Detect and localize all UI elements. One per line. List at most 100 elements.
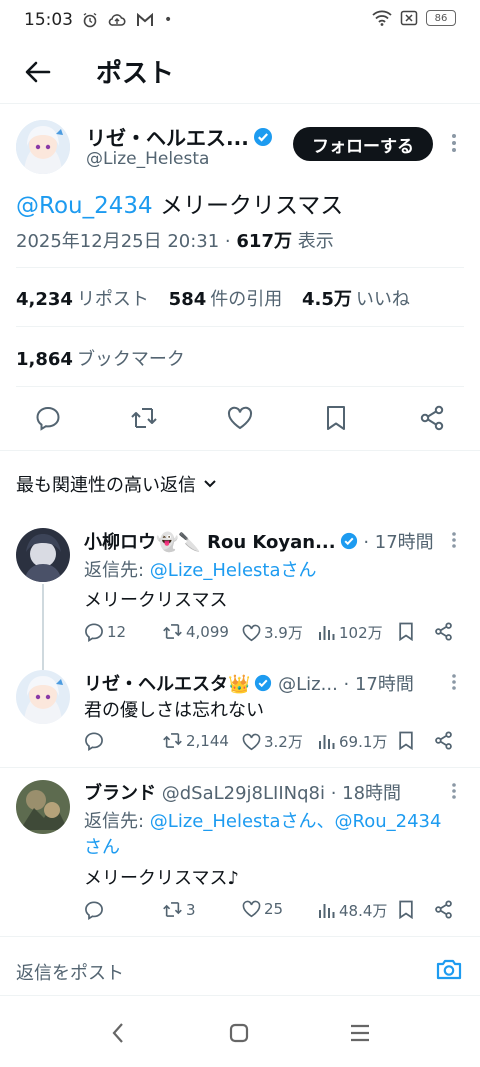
author-name[interactable]: リゼ・ヘルエス... <box>86 122 273 151</box>
post-date[interactable]: 2025年12月25日 20:31 · <box>16 231 236 252</box>
reply-icon <box>36 406 60 431</box>
reply-repost-button[interactable]: 4,099 <box>162 622 229 641</box>
reply-reply-button[interactable] <box>84 900 107 920</box>
reply-sort-dropdown[interactable]: 最も関連性の高い返信 <box>16 471 218 497</box>
reply-views[interactable]: 102万 <box>318 622 383 643</box>
mention-link[interactable]: @Rou_2434 <box>16 193 153 219</box>
reply-bookmark-button[interactable] <box>398 731 414 750</box>
repost-button[interactable] <box>130 404 158 432</box>
reply-actions: 3 25 48.4万 <box>84 900 464 924</box>
repost-icon <box>131 408 157 428</box>
reply-author-name[interactable]: リゼ・ヘルエスタ👑 <box>84 674 250 695</box>
status-time: 15:03 <box>24 10 73 30</box>
sort-label: 最も関連性の高い返信 <box>16 475 196 496</box>
reply-icon <box>85 901 103 920</box>
views-count: 617万 <box>236 231 292 252</box>
post-more-button[interactable] <box>444 133 464 153</box>
nav-menu-button[interactable] <box>349 1024 371 1046</box>
views-icon <box>319 625 335 640</box>
share-icon <box>435 731 452 750</box>
engagement-stats: 4,234 リポスト 584 件の引用 4.5万 いいね <box>16 285 424 311</box>
share-button[interactable] <box>418 404 446 432</box>
post-action-bar <box>0 386 480 450</box>
reply-repost-button[interactable]: 3 <box>162 900 196 919</box>
post-meta: 2025年12月25日 20:31 · 617万 表示 <box>16 227 334 253</box>
camera-button[interactable] <box>436 957 462 985</box>
reply-reply-button[interactable] <box>84 731 107 751</box>
reply-like-button[interactable]: 3.9万 <box>242 622 303 643</box>
reply-views[interactable]: 69.1万 <box>318 731 387 752</box>
reply-icon <box>85 732 103 751</box>
reply-avatar[interactable] <box>16 528 70 582</box>
reply-more-button[interactable] <box>444 530 464 550</box>
post-text: @Rou_2434 メリークリスマス <box>16 193 344 219</box>
reply-reply-button[interactable]: 12 <box>84 622 126 642</box>
square-icon <box>229 1023 249 1043</box>
reply-composer[interactable]: 返信をポスト <box>0 936 480 996</box>
share-icon <box>435 622 452 641</box>
bookmark-button[interactable] <box>322 404 350 432</box>
author-avatar[interactable] <box>16 120 70 174</box>
reply-button[interactable] <box>34 404 62 432</box>
top-bar: ポスト <box>0 40 480 104</box>
reply-author-name[interactable]: 小柳ロウ👻🔪 Rou Koyan... <box>84 532 336 553</box>
likes-stat[interactable]: 4.5万 いいね <box>302 289 410 310</box>
nav-home-button[interactable] <box>229 1023 249 1047</box>
divider <box>16 326 464 327</box>
verified-badge-icon <box>253 128 272 146</box>
battery-indicator: 86 <box>426 10 456 26</box>
share-icon <box>420 405 444 431</box>
page-title: ポスト <box>96 59 175 89</box>
arrow-left-icon <box>25 61 51 83</box>
reply-meta: · 17時間 <box>357 532 434 553</box>
like-button[interactable] <box>226 404 254 432</box>
nav-back-button[interactable] <box>110 1022 126 1048</box>
reply-avatar[interactable] <box>16 780 70 834</box>
avatar-illustration <box>16 670 70 724</box>
reply-text: メリークリスマス♪ <box>84 868 239 889</box>
reply-repost-button[interactable]: 2,144 <box>162 731 229 750</box>
reply-text: 君の優しさは忘れない <box>84 700 264 721</box>
divider <box>16 267 464 268</box>
reply-share-button[interactable] <box>434 731 453 750</box>
reply-bookmark-button[interactable] <box>398 622 414 641</box>
reply-share-button[interactable] <box>434 622 453 641</box>
reply-more-button[interactable] <box>444 672 464 692</box>
heart-icon <box>227 406 253 430</box>
back-button[interactable] <box>20 54 56 90</box>
repost-icon <box>163 624 182 639</box>
views-label: 表示 <box>291 231 334 252</box>
reply-like-button[interactable]: 25 <box>242 900 283 918</box>
follow-button[interactable]: フォローする <box>293 127 433 161</box>
divider <box>0 450 480 451</box>
author-handle[interactable]: @Lize_Helesta <box>86 149 209 169</box>
reply-to-line: 返信先: @Lize_Helestaさん <box>84 560 317 581</box>
reply-like-button[interactable]: 3.2万 <box>242 731 303 752</box>
reply-author-name[interactable]: ブランド <box>84 783 156 804</box>
repost-icon <box>163 733 182 748</box>
reply-input[interactable]: 返信をポスト <box>16 959 124 985</box>
reply-header: ブランド @dSaL29j8LIINq8i · 18時間 <box>84 779 401 805</box>
reply-avatar[interactable] <box>16 670 70 724</box>
reply-views[interactable]: 48.4万 <box>318 900 387 921</box>
alarm-icon <box>83 12 97 28</box>
reply-bookmark-button[interactable] <box>398 900 414 919</box>
reply-more-button[interactable] <box>444 781 464 801</box>
verified-badge-icon <box>340 532 357 550</box>
bookmark-icon <box>399 900 413 919</box>
quotes-stat[interactable]: 584 件の引用 <box>169 289 283 310</box>
no-sim-icon <box>400 10 418 26</box>
reply-share-button[interactable] <box>434 900 453 919</box>
repost-icon <box>163 902 182 917</box>
system-icons: 86 <box>372 10 456 26</box>
menu-icon <box>351 1024 369 1042</box>
avatar-illustration <box>16 780 70 834</box>
bookmarks-stat[interactable]: 1,864 ブックマーク <box>16 345 185 371</box>
reposts-stat[interactable]: 4,234 リポスト <box>16 289 149 310</box>
reply-to-link[interactable]: @Lize_Helestaさん、@Rou_2434 <box>150 811 442 832</box>
reply-to-link[interactable]: @Lize_Helestaさん <box>150 560 317 581</box>
reply-meta: @Liz... · 17時間 <box>272 674 414 695</box>
views-icon <box>319 903 335 918</box>
reply-to-link-suffix[interactable]: さん <box>84 833 120 859</box>
status-bar: 15:03 • 86 <box>0 0 480 40</box>
